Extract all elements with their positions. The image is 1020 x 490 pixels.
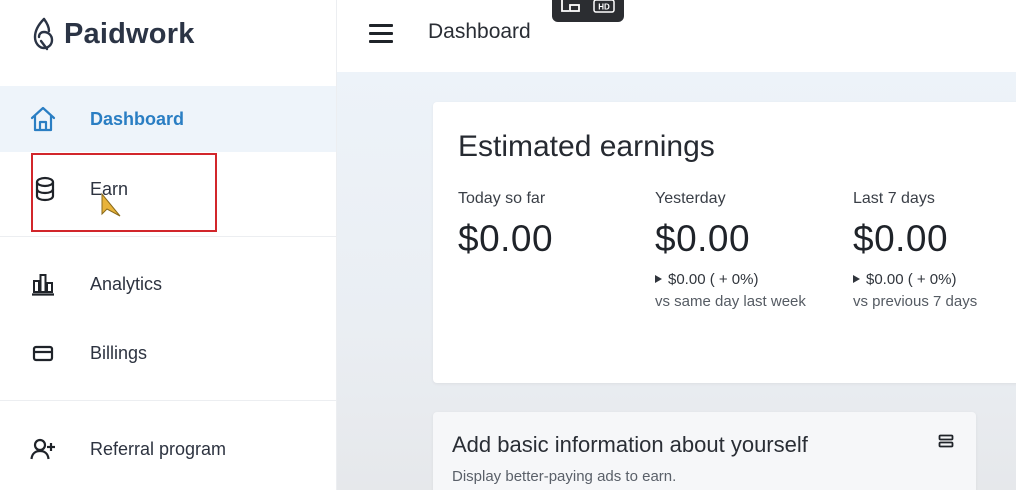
nav-divider [0, 400, 336, 401]
play-triangle-icon [655, 275, 662, 283]
mouse-cursor-icon [100, 192, 122, 223]
hd-label: HD [598, 3, 610, 12]
stat-value: $0.00 [853, 218, 949, 259]
stat-today: Today so far $0.00 [458, 190, 553, 260]
stat-label: Yesterday [655, 190, 726, 207]
top-bar: Dashboard [337, 0, 1020, 72]
menu-icon[interactable] [369, 22, 395, 44]
miniplayer-icon[interactable] [561, 0, 581, 18]
sidebar-item-referral-program[interactable]: Referral program [0, 416, 336, 482]
sidebar-item-label: Dashboard [90, 108, 185, 129]
card-title: Estimated earnings [458, 130, 715, 163]
highlight-annotation [31, 153, 217, 232]
stat-change-text: $0.00 ( + 0%) [866, 271, 957, 288]
app-window: Paidwork Dashboard Earn Analytics Billin… [0, 0, 1020, 490]
bar-chart-icon [28, 269, 58, 299]
stat-yesterday: Yesterday $0.00 $0.00 ( + 0%) vs same da… [655, 190, 806, 310]
window-edge [1016, 0, 1020, 490]
info-card-title: Add basic information about yourself [452, 432, 808, 457]
stat-change: $0.00 ( + 0%) [655, 271, 806, 288]
stat-change: $0.00 ( + 0%) [853, 271, 977, 288]
sidebar-item-dashboard[interactable]: Dashboard [0, 86, 336, 152]
stat-label: Last 7 days [853, 190, 935, 207]
play-triangle-icon [853, 275, 860, 283]
sidebar: Paidwork Dashboard Earn Analytics Billin… [0, 0, 337, 490]
main-content: Estimated earnings Today so far $0.00 Ye… [337, 72, 1020, 490]
paidwork-logo-icon [33, 17, 54, 51]
stat-compare: vs same day last week [655, 293, 806, 310]
page-title: Dashboard [428, 20, 531, 43]
sidebar-item-label: Billings [90, 342, 148, 363]
stat-value: $0.00 [458, 218, 554, 259]
basic-info-card[interactable]: Add basic information about yourself Dis… [433, 412, 976, 490]
info-card-subtitle: Display better-paying ads to earn. [452, 468, 677, 485]
brand-name: Paidwork [64, 17, 195, 50]
card-icon [28, 338, 58, 368]
sidebar-item-label: Analytics [90, 273, 163, 294]
stack-icon[interactable] [938, 434, 954, 453]
estimated-earnings-card: Estimated earnings Today so far $0.00 Ye… [433, 102, 1020, 383]
stat-value: $0.00 [655, 218, 751, 259]
video-controls: HD [552, 0, 624, 22]
nav-divider [0, 236, 336, 237]
sidebar-item-analytics[interactable]: Analytics [0, 251, 336, 317]
brand-logo[interactable]: Paidwork [32, 14, 195, 54]
home-icon [28, 104, 58, 134]
stat-change-text: $0.00 ( + 0%) [668, 271, 759, 288]
hd-quality-icon[interactable]: HD [593, 0, 615, 18]
sidebar-item-label: Referral program [90, 438, 227, 459]
sidebar-item-billings[interactable]: Billings [0, 320, 336, 386]
stat-label: Today so far [458, 190, 546, 207]
stat-last-7-days: Last 7 days $0.00 $0.00 ( + 0%) vs previ… [853, 190, 977, 310]
stat-compare: vs previous 7 days [853, 293, 978, 310]
add-user-icon [28, 434, 58, 464]
